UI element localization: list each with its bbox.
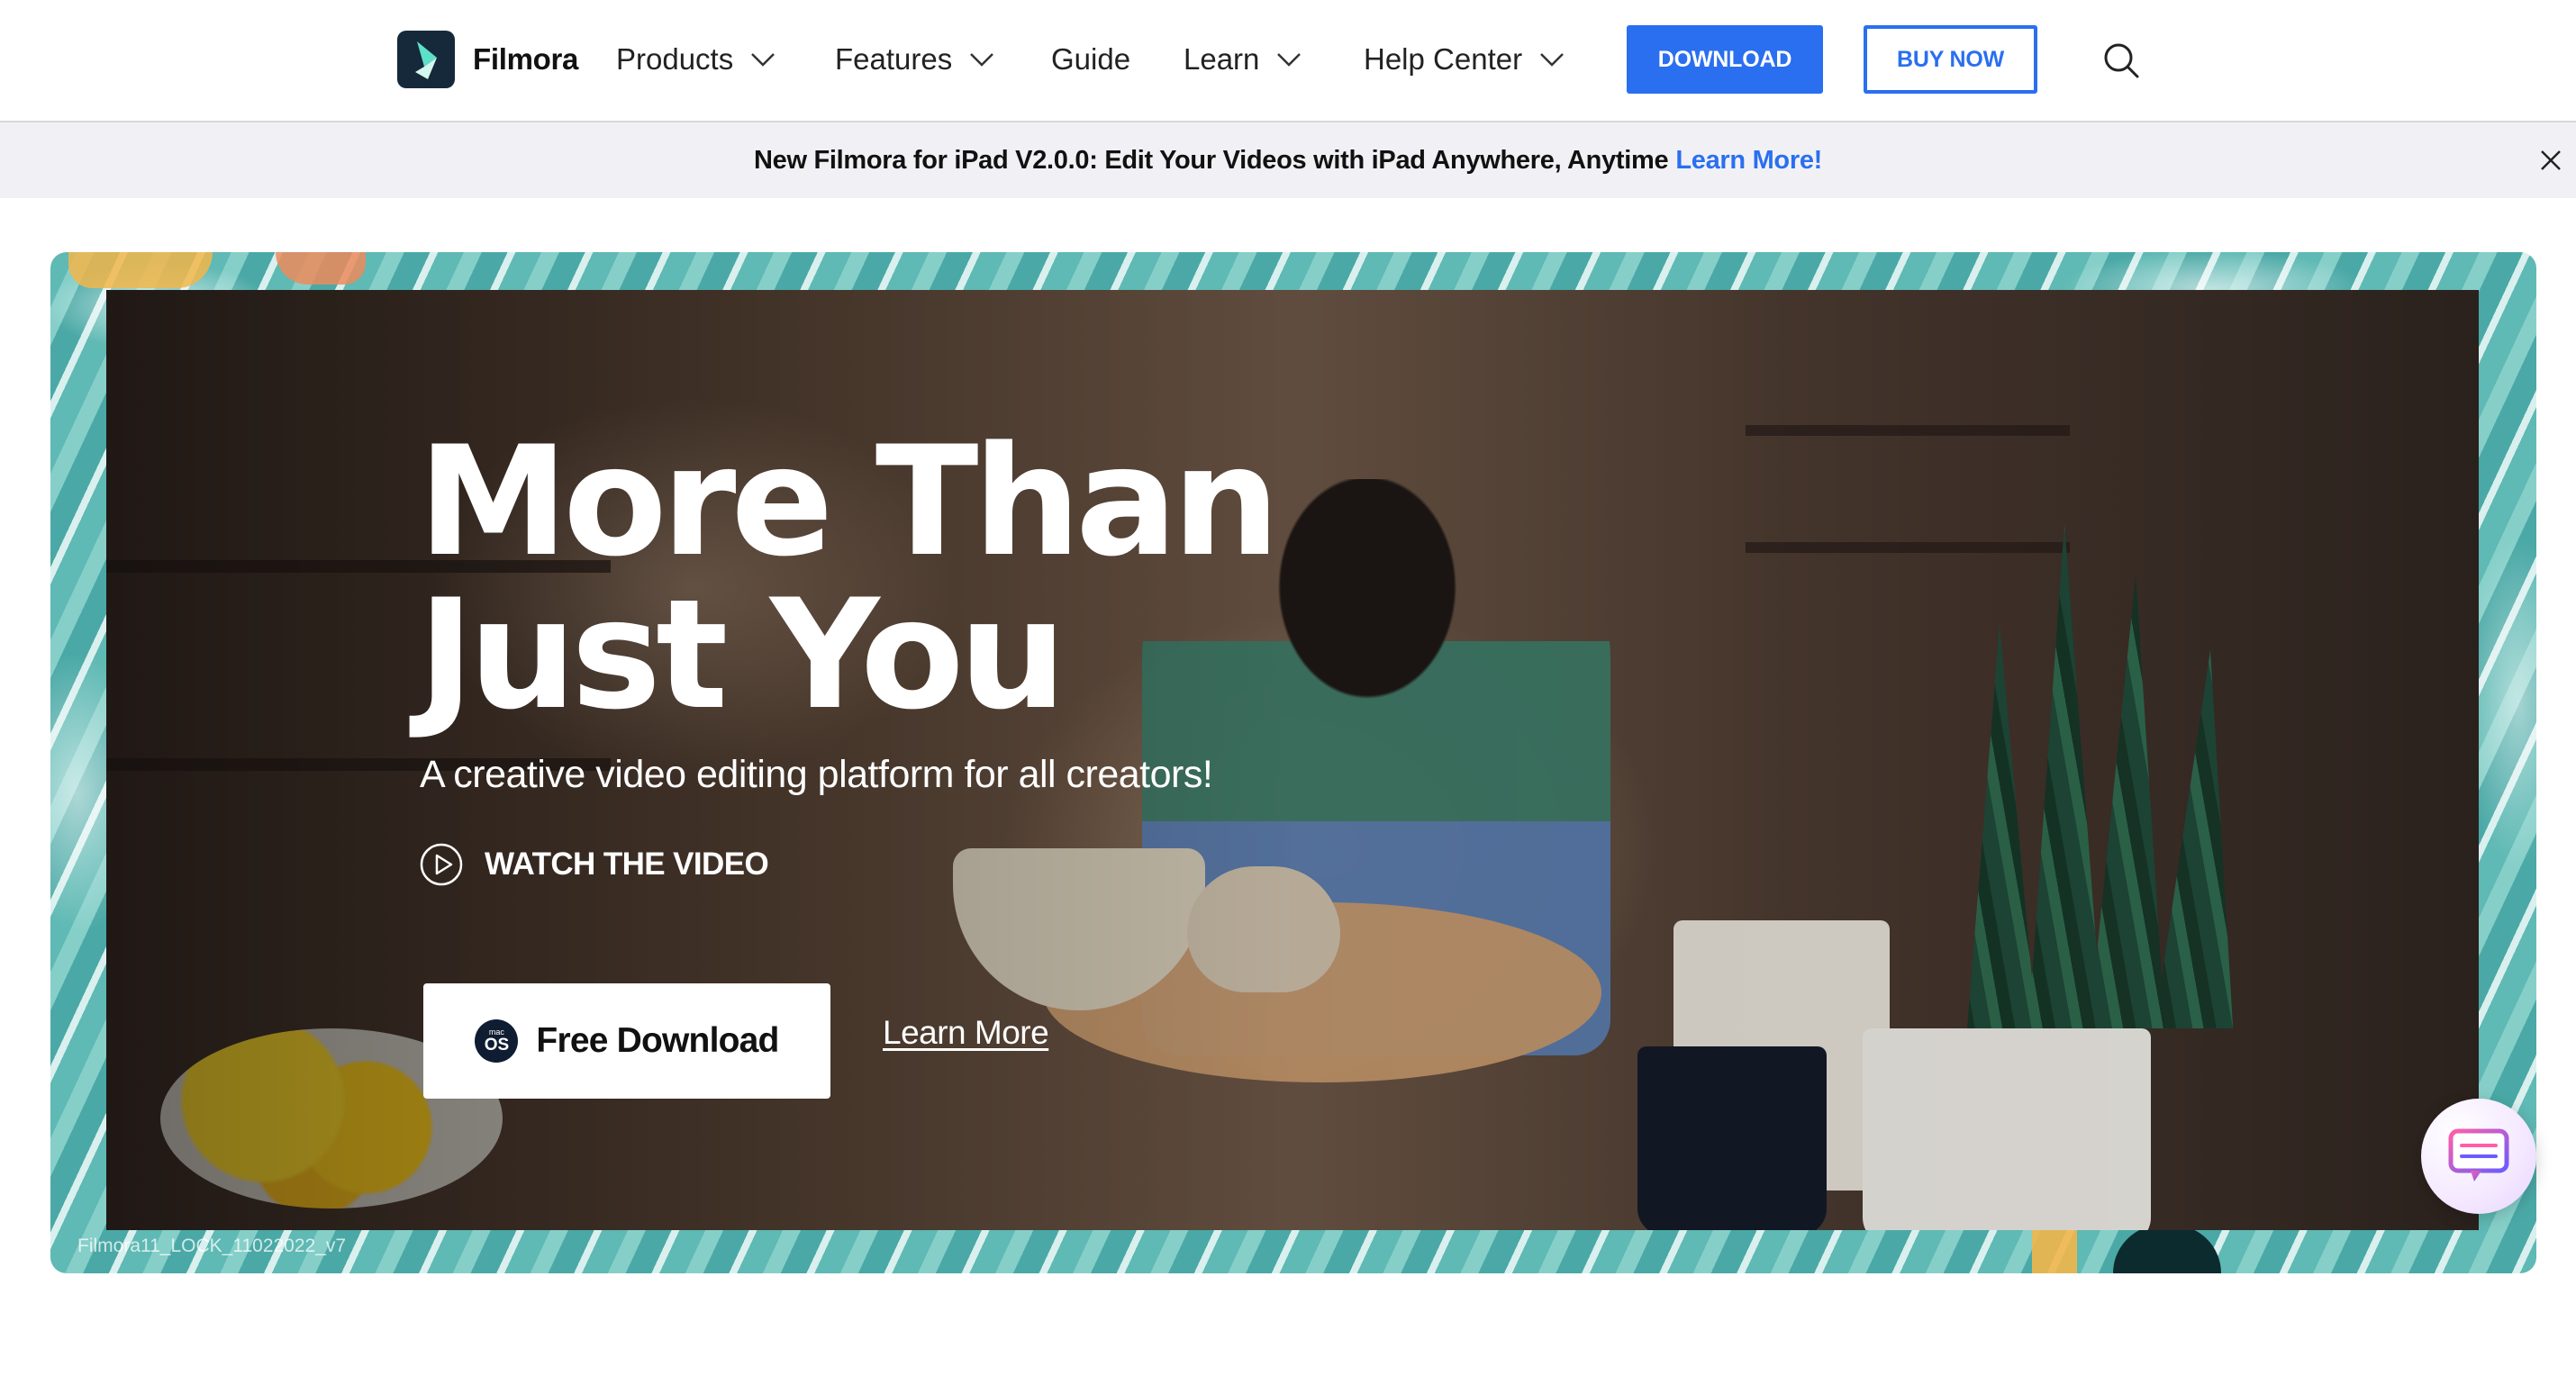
download-button[interactable]: DOWNLOAD xyxy=(1627,25,1823,94)
announcement-text: New Filmora for iPad V2.0.0: Edit Your V… xyxy=(753,145,1669,175)
nav-item-label: Features xyxy=(835,42,953,76)
chevron-down-icon xyxy=(751,53,776,67)
announcement-learn-more-link[interactable]: Learn More! xyxy=(1675,146,1822,176)
watch-video-label: WATCH THE VIDEO xyxy=(485,846,769,882)
chevron-down-icon xyxy=(1540,53,1564,67)
hero-subtitle: A creative video editing platform for al… xyxy=(420,753,1213,796)
hero-title: More Than Just You xyxy=(418,413,1280,743)
nav-item-products[interactable]: Products xyxy=(616,40,776,79)
chat-icon xyxy=(2448,1128,2509,1181)
search-icon[interactable] xyxy=(2102,41,2140,79)
learn-more-link[interactable]: Learn More xyxy=(883,1014,1049,1052)
macos-icon-text: OS xyxy=(484,1036,510,1055)
nav-item-label: Help Center xyxy=(1364,42,1523,76)
filmora-logo-icon[interactable] xyxy=(397,31,455,88)
nav-item-guide[interactable]: Guide xyxy=(1051,40,1130,79)
chevron-down-icon xyxy=(1277,53,1302,67)
macos-icon: mac OS xyxy=(475,1019,519,1063)
decorative-shape xyxy=(2032,1225,2077,1273)
nav-item-learn[interactable]: Learn xyxy=(1184,40,1302,79)
hero-banner: More Than Just You A creative video edit… xyxy=(50,252,2536,1273)
top-navigation: Filmora Products Features Guide Learn He… xyxy=(0,0,2576,122)
nav-item-label: Products xyxy=(616,42,734,76)
nav-item-label: Learn xyxy=(1184,42,1260,76)
play-circle-icon xyxy=(420,843,463,886)
watch-video-link[interactable]: WATCH THE VIDEO xyxy=(420,843,769,886)
free-download-label: Free Download xyxy=(536,1021,779,1060)
video-watermark: Filmora11_LOCK_11022022_v7 xyxy=(77,1236,347,1256)
decorative-shape xyxy=(68,252,213,288)
close-icon[interactable] xyxy=(2538,148,2563,173)
nav-item-label: Guide xyxy=(1051,42,1131,76)
free-download-button[interactable]: mac OS Free Download xyxy=(423,983,830,1099)
buy-now-button[interactable]: BUY NOW xyxy=(1864,25,2037,94)
nav-item-help-center[interactable]: Help Center xyxy=(1364,40,1565,79)
hero-title-line: Just You xyxy=(418,566,1066,743)
brand-name[interactable]: Filmora xyxy=(473,40,578,79)
nav-item-features[interactable]: Features xyxy=(835,40,995,79)
decorative-shape xyxy=(2113,1225,2221,1273)
chevron-down-icon xyxy=(970,53,994,67)
hero-title-line: More Than xyxy=(418,413,1280,590)
decorative-shape xyxy=(276,252,366,285)
chat-widget-button[interactable] xyxy=(2421,1099,2536,1214)
announcement-bar: New Filmora for iPad V2.0.0: Edit Your V… xyxy=(0,122,2576,198)
